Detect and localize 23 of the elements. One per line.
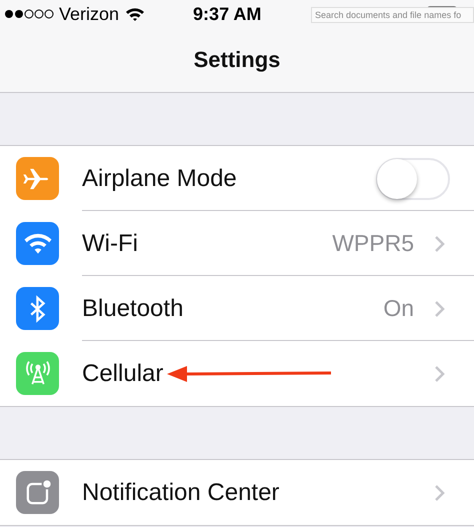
chevron-icon	[434, 300, 446, 318]
chevron-icon	[434, 234, 446, 252]
carrier-name: Verizon	[59, 4, 120, 24]
chevron-icon	[434, 364, 446, 382]
row-value: On	[383, 295, 414, 322]
row-label: Cellular	[82, 360, 164, 388]
row-label: Notification Center	[82, 478, 280, 506]
chevron-icon	[434, 484, 446, 502]
signal-icon	[4, 8, 54, 20]
row-label: Bluetooth	[82, 294, 184, 322]
settings-row[interactable]: Wi-Fi WPPR5	[0, 211, 474, 276]
settings-row[interactable]: Bluetooth On	[0, 276, 474, 341]
settings-row[interactable]: Notification Center	[0, 460, 474, 525]
row-label: Wi-Fi	[82, 230, 138, 258]
settings-row[interactable]: Cellular	[0, 341, 474, 406]
screen-title: Settings	[194, 47, 280, 73]
clock: 9:37 AM	[193, 4, 262, 24]
settings-row[interactable]: Airplane Mode	[0, 146, 474, 211]
wifi-icon	[125, 7, 146, 21]
toggle-switch[interactable]	[376, 158, 450, 200]
row-value: WPPR5	[332, 230, 414, 257]
search-field[interactable]: Search documents and file names fo	[311, 7, 474, 23]
row-label: Airplane Mode	[82, 164, 237, 192]
